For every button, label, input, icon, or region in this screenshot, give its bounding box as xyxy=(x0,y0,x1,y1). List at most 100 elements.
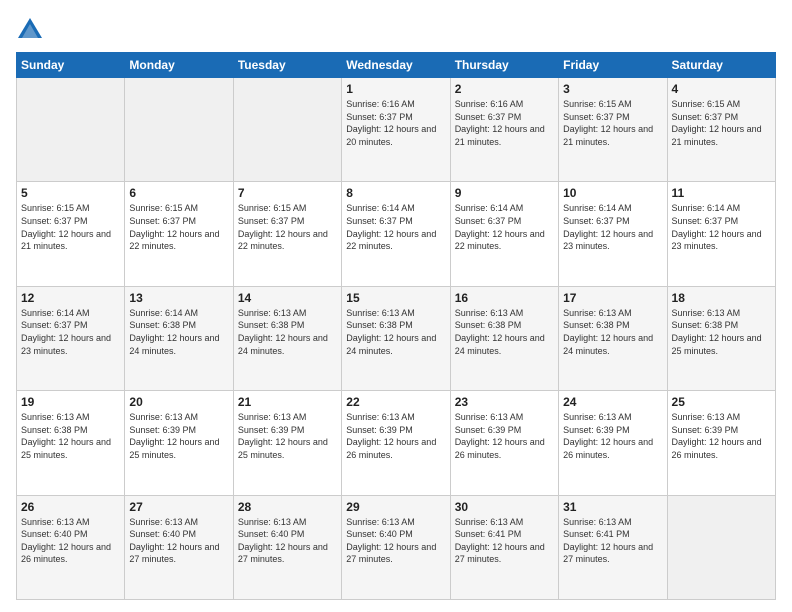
day-info: Sunrise: 6:13 AMSunset: 6:38 PMDaylight:… xyxy=(455,307,554,357)
day-number: 7 xyxy=(238,186,337,200)
day-cell: 5 Sunrise: 6:15 AMSunset: 6:37 PMDayligh… xyxy=(17,182,125,286)
day-cell: 23 Sunrise: 6:13 AMSunset: 6:39 PMDaylig… xyxy=(450,391,558,495)
day-number: 11 xyxy=(672,186,771,200)
day-cell: 13 Sunrise: 6:14 AMSunset: 6:38 PMDaylig… xyxy=(125,286,233,390)
day-cell: 24 Sunrise: 6:13 AMSunset: 6:39 PMDaylig… xyxy=(559,391,667,495)
day-cell xyxy=(667,495,775,599)
day-info: Sunrise: 6:14 AMSunset: 6:38 PMDaylight:… xyxy=(129,307,228,357)
day-cell: 17 Sunrise: 6:13 AMSunset: 6:38 PMDaylig… xyxy=(559,286,667,390)
day-cell xyxy=(233,78,341,182)
day-cell: 20 Sunrise: 6:13 AMSunset: 6:39 PMDaylig… xyxy=(125,391,233,495)
col-header-wednesday: Wednesday xyxy=(342,53,450,78)
day-info: Sunrise: 6:13 AMSunset: 6:39 PMDaylight:… xyxy=(672,411,771,461)
day-cell: 21 Sunrise: 6:13 AMSunset: 6:39 PMDaylig… xyxy=(233,391,341,495)
day-cell: 27 Sunrise: 6:13 AMSunset: 6:40 PMDaylig… xyxy=(125,495,233,599)
day-info: Sunrise: 6:13 AMSunset: 6:39 PMDaylight:… xyxy=(238,411,337,461)
day-cell xyxy=(125,78,233,182)
page: SundayMondayTuesdayWednesdayThursdayFrid… xyxy=(0,0,792,612)
day-cell: 14 Sunrise: 6:13 AMSunset: 6:38 PMDaylig… xyxy=(233,286,341,390)
week-row-4: 19 Sunrise: 6:13 AMSunset: 6:38 PMDaylig… xyxy=(17,391,776,495)
day-number: 19 xyxy=(21,395,120,409)
day-number: 13 xyxy=(129,291,228,305)
week-row-5: 26 Sunrise: 6:13 AMSunset: 6:40 PMDaylig… xyxy=(17,495,776,599)
day-info: Sunrise: 6:16 AMSunset: 6:37 PMDaylight:… xyxy=(455,98,554,148)
day-number: 21 xyxy=(238,395,337,409)
day-info: Sunrise: 6:13 AMSunset: 6:38 PMDaylight:… xyxy=(21,411,120,461)
day-number: 6 xyxy=(129,186,228,200)
day-number: 20 xyxy=(129,395,228,409)
day-info: Sunrise: 6:15 AMSunset: 6:37 PMDaylight:… xyxy=(129,202,228,252)
day-cell: 30 Sunrise: 6:13 AMSunset: 6:41 PMDaylig… xyxy=(450,495,558,599)
day-cell: 3 Sunrise: 6:15 AMSunset: 6:37 PMDayligh… xyxy=(559,78,667,182)
day-number: 3 xyxy=(563,82,662,96)
col-header-thursday: Thursday xyxy=(450,53,558,78)
day-number: 5 xyxy=(21,186,120,200)
day-number: 2 xyxy=(455,82,554,96)
day-info: Sunrise: 6:13 AMSunset: 6:41 PMDaylight:… xyxy=(563,516,662,566)
logo-icon xyxy=(16,16,44,44)
day-cell: 7 Sunrise: 6:15 AMSunset: 6:37 PMDayligh… xyxy=(233,182,341,286)
day-number: 1 xyxy=(346,82,445,96)
day-info: Sunrise: 6:14 AMSunset: 6:37 PMDaylight:… xyxy=(563,202,662,252)
day-cell: 4 Sunrise: 6:15 AMSunset: 6:37 PMDayligh… xyxy=(667,78,775,182)
day-number: 25 xyxy=(672,395,771,409)
day-number: 23 xyxy=(455,395,554,409)
day-cell: 19 Sunrise: 6:13 AMSunset: 6:38 PMDaylig… xyxy=(17,391,125,495)
day-number: 12 xyxy=(21,291,120,305)
day-info: Sunrise: 6:13 AMSunset: 6:39 PMDaylight:… xyxy=(129,411,228,461)
col-header-tuesday: Tuesday xyxy=(233,53,341,78)
day-cell xyxy=(17,78,125,182)
day-number: 18 xyxy=(672,291,771,305)
day-number: 29 xyxy=(346,500,445,514)
day-number: 30 xyxy=(455,500,554,514)
col-header-sunday: Sunday xyxy=(17,53,125,78)
day-cell: 26 Sunrise: 6:13 AMSunset: 6:40 PMDaylig… xyxy=(17,495,125,599)
day-info: Sunrise: 6:15 AMSunset: 6:37 PMDaylight:… xyxy=(238,202,337,252)
day-info: Sunrise: 6:13 AMSunset: 6:38 PMDaylight:… xyxy=(672,307,771,357)
day-number: 16 xyxy=(455,291,554,305)
day-cell: 31 Sunrise: 6:13 AMSunset: 6:41 PMDaylig… xyxy=(559,495,667,599)
day-number: 17 xyxy=(563,291,662,305)
day-info: Sunrise: 6:14 AMSunset: 6:37 PMDaylight:… xyxy=(672,202,771,252)
day-info: Sunrise: 6:15 AMSunset: 6:37 PMDaylight:… xyxy=(21,202,120,252)
day-info: Sunrise: 6:13 AMSunset: 6:38 PMDaylight:… xyxy=(563,307,662,357)
day-info: Sunrise: 6:15 AMSunset: 6:37 PMDaylight:… xyxy=(672,98,771,148)
day-cell: 28 Sunrise: 6:13 AMSunset: 6:40 PMDaylig… xyxy=(233,495,341,599)
day-info: Sunrise: 6:15 AMSunset: 6:37 PMDaylight:… xyxy=(563,98,662,148)
day-cell: 1 Sunrise: 6:16 AMSunset: 6:37 PMDayligh… xyxy=(342,78,450,182)
week-row-2: 5 Sunrise: 6:15 AMSunset: 6:37 PMDayligh… xyxy=(17,182,776,286)
day-number: 14 xyxy=(238,291,337,305)
logo xyxy=(16,16,48,44)
header-row: SundayMondayTuesdayWednesdayThursdayFrid… xyxy=(17,53,776,78)
day-info: Sunrise: 6:13 AMSunset: 6:39 PMDaylight:… xyxy=(346,411,445,461)
day-cell: 10 Sunrise: 6:14 AMSunset: 6:37 PMDaylig… xyxy=(559,182,667,286)
day-number: 27 xyxy=(129,500,228,514)
col-header-friday: Friday xyxy=(559,53,667,78)
day-number: 8 xyxy=(346,186,445,200)
day-number: 4 xyxy=(672,82,771,96)
day-info: Sunrise: 6:16 AMSunset: 6:37 PMDaylight:… xyxy=(346,98,445,148)
day-number: 26 xyxy=(21,500,120,514)
day-info: Sunrise: 6:14 AMSunset: 6:37 PMDaylight:… xyxy=(21,307,120,357)
day-info: Sunrise: 6:13 AMSunset: 6:40 PMDaylight:… xyxy=(238,516,337,566)
day-info: Sunrise: 6:13 AMSunset: 6:40 PMDaylight:… xyxy=(21,516,120,566)
day-info: Sunrise: 6:14 AMSunset: 6:37 PMDaylight:… xyxy=(346,202,445,252)
day-info: Sunrise: 6:13 AMSunset: 6:39 PMDaylight:… xyxy=(455,411,554,461)
day-cell: 2 Sunrise: 6:16 AMSunset: 6:37 PMDayligh… xyxy=(450,78,558,182)
day-info: Sunrise: 6:13 AMSunset: 6:40 PMDaylight:… xyxy=(129,516,228,566)
day-number: 31 xyxy=(563,500,662,514)
day-number: 10 xyxy=(563,186,662,200)
day-cell: 11 Sunrise: 6:14 AMSunset: 6:37 PMDaylig… xyxy=(667,182,775,286)
day-info: Sunrise: 6:13 AMSunset: 6:39 PMDaylight:… xyxy=(563,411,662,461)
day-cell: 16 Sunrise: 6:13 AMSunset: 6:38 PMDaylig… xyxy=(450,286,558,390)
day-cell: 18 Sunrise: 6:13 AMSunset: 6:38 PMDaylig… xyxy=(667,286,775,390)
day-number: 28 xyxy=(238,500,337,514)
day-info: Sunrise: 6:13 AMSunset: 6:41 PMDaylight:… xyxy=(455,516,554,566)
day-cell: 6 Sunrise: 6:15 AMSunset: 6:37 PMDayligh… xyxy=(125,182,233,286)
day-number: 9 xyxy=(455,186,554,200)
week-row-1: 1 Sunrise: 6:16 AMSunset: 6:37 PMDayligh… xyxy=(17,78,776,182)
day-info: Sunrise: 6:13 AMSunset: 6:38 PMDaylight:… xyxy=(238,307,337,357)
day-cell: 9 Sunrise: 6:14 AMSunset: 6:37 PMDayligh… xyxy=(450,182,558,286)
col-header-monday: Monday xyxy=(125,53,233,78)
day-cell: 29 Sunrise: 6:13 AMSunset: 6:40 PMDaylig… xyxy=(342,495,450,599)
